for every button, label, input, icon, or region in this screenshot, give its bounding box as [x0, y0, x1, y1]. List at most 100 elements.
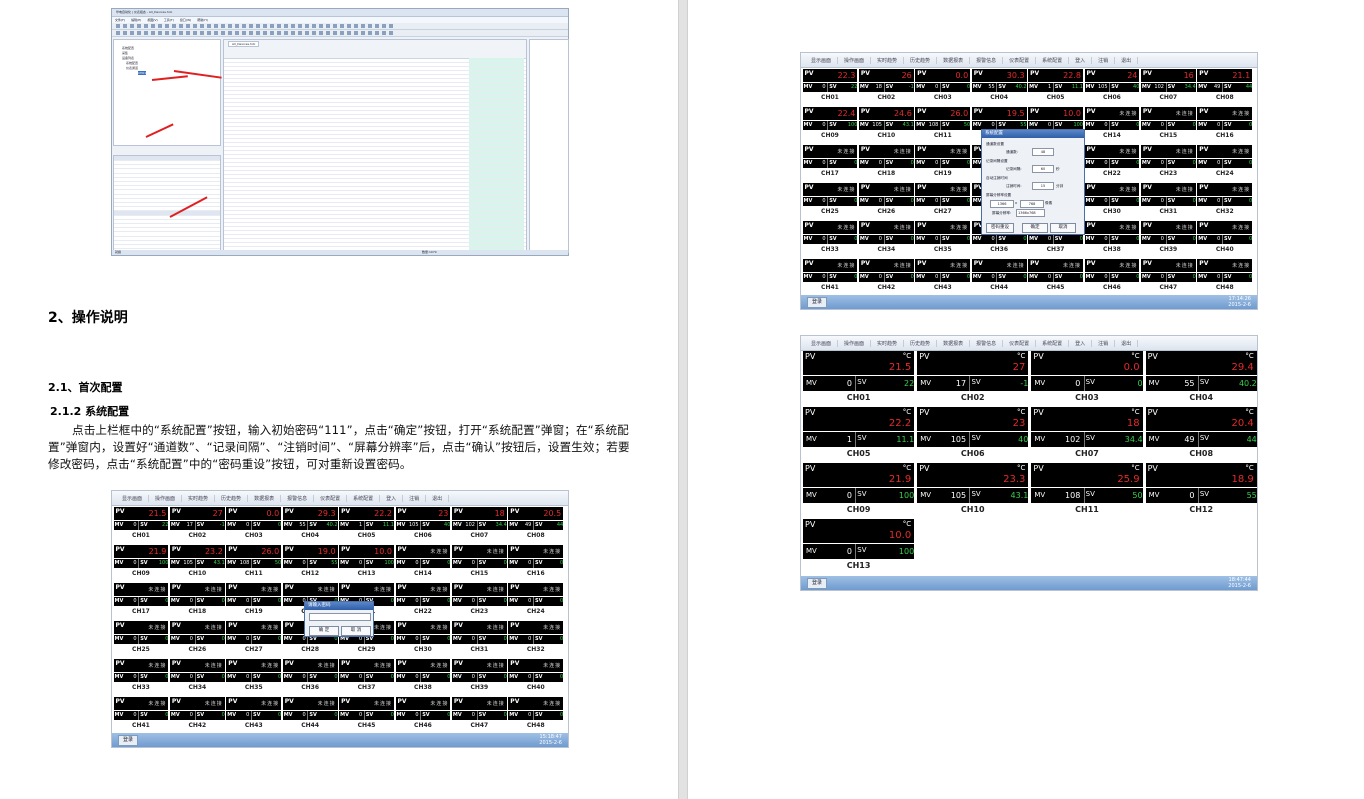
toolbar-icon[interactable] — [123, 24, 127, 28]
channel-cell[interactable]: PV 未连接 MV 0 SV 0 CH30 — [395, 621, 451, 655]
tree-node[interactable]: 设备列表 — [122, 56, 134, 60]
toolbar-icon[interactable] — [200, 31, 204, 35]
login-button[interactable]: 登录 — [807, 578, 828, 589]
nav-button[interactable]: 仪表配置 — [1003, 339, 1037, 347]
channel-cell[interactable]: PV 未连接 MV 0 SV 0 CH33 — [113, 659, 169, 693]
channel-cell[interactable]: PV 24.6 MV 105 SV 43.1 CH10 — [858, 107, 914, 141]
channel-cell[interactable]: PV 26 MV 18 SV -1 CH02 — [858, 69, 914, 103]
toolbar-icon[interactable] — [179, 31, 183, 35]
channel-cell[interactable]: PV 未连接 MV 0 SV 0 CH26 — [169, 621, 225, 655]
channel-cell[interactable]: PV °C 21.5 MV 0 SV 22 CH01 — [803, 351, 915, 405]
toolbar-icon[interactable] — [291, 31, 295, 35]
toolbar-icon[interactable] — [144, 24, 148, 28]
nav-button[interactable]: 退出 — [426, 494, 450, 502]
channel-cell[interactable]: PV 未连接 MV 0 SV 0 CH45 — [1028, 259, 1083, 293]
tree-node[interactable]: 采集 — [122, 51, 128, 55]
resolution-width-input[interactable]: 1366 — [990, 200, 1014, 208]
toolbar-icon[interactable] — [340, 24, 344, 28]
channel-cell[interactable]: PV °C 10.0 MV 0 SV 100 CH13 — [803, 519, 915, 573]
toolbar-icon[interactable] — [235, 31, 239, 35]
channel-cell[interactable]: PV 未连接 MV 0 SV 0 CH46 — [1084, 259, 1140, 293]
channel-cell[interactable]: PV 未连接 MV 0 SV 0 CH34 — [169, 659, 225, 693]
toolbar-icon[interactable] — [270, 24, 274, 28]
channel-cell[interactable]: PV 未连接 MV 0 SV 0 CH19 — [915, 145, 971, 179]
toolbar-icon[interactable] — [312, 31, 316, 35]
nav-button[interactable]: 操作画面 — [838, 339, 872, 347]
toolbar-icon[interactable] — [347, 31, 351, 35]
channel-cell[interactable]: PV 未连接 MV0SV0 CH36 — [282, 659, 338, 693]
channel-cell[interactable]: PV 未连接 MV 0 SV 0 CH45 — [339, 697, 394, 731]
channel-cell[interactable]: PV 20.5 MV 49 SV 44 CH08 — [508, 507, 564, 541]
toolbar-icon[interactable] — [235, 24, 239, 28]
channel-cell[interactable]: PV 未连接 MV 0 SV 0 CH24 — [508, 583, 564, 617]
toolbar-icon[interactable] — [130, 24, 134, 28]
toolbar-icon[interactable] — [389, 31, 393, 35]
channel-cell[interactable]: PV °C 25.9 MV 108 SV 50 CH11 — [1031, 463, 1143, 517]
tree-node[interactable]: 仪表通道 — [126, 66, 138, 70]
toolbar-icon[interactable] — [389, 24, 393, 28]
toolbar-icon[interactable] — [200, 24, 204, 28]
tree-node[interactable]: CH01 — [138, 71, 147, 75]
toolbar-icon[interactable] — [249, 31, 253, 35]
toolbar-icon[interactable] — [242, 31, 246, 35]
toolbar-icon[interactable] — [340, 31, 344, 35]
nav-button[interactable]: 登入 — [380, 494, 404, 502]
toolbar-icon[interactable] — [284, 24, 288, 28]
toolbar-icon[interactable] — [116, 24, 120, 28]
channel-cell[interactable]: PV 未连接 MV 0 SV 0 CH31 — [1140, 183, 1196, 217]
toolbar-icon[interactable] — [144, 31, 148, 35]
menu-item[interactable]: 帮助(H) — [197, 18, 208, 22]
channel-cell[interactable]: PV 未连接 MV 0 SV 0 CH38 — [395, 659, 451, 693]
nav-button[interactable]: 仪表配置 — [314, 494, 348, 502]
nav-button[interactable]: 显示画面 — [805, 56, 839, 64]
channel-cell[interactable]: PV10.0MV0SV100CH13 — [339, 545, 394, 579]
toolbar-icon[interactable] — [165, 31, 169, 35]
password-cancel-button[interactable]: 取 消 — [341, 626, 371, 636]
channel-cell[interactable]: PV 未连接 MV 0 SV 0 CH30 — [1084, 183, 1140, 217]
channel-cell[interactable]: PV 未连接 MV 0 SV 0 CH23 — [451, 583, 507, 617]
tree-node[interactable]: 系统配置 — [122, 46, 134, 50]
password-ok-button[interactable]: 确 定 — [309, 626, 339, 636]
channel-cell[interactable]: PV 未连接 MV 0 SV 0 CH22 — [1084, 145, 1140, 179]
toolbar-icon[interactable] — [214, 24, 218, 28]
toolbar-icon[interactable] — [207, 31, 211, 35]
channel-cell[interactable]: PV 未连接 MV 0 SV 0 CH41 — [802, 259, 858, 293]
toolbar-icon[interactable] — [172, 24, 176, 28]
nav-button[interactable]: 登入 — [1069, 56, 1093, 64]
channel-cell[interactable]: PV 未连接 MV 0 SV 0 CH47 — [1140, 259, 1196, 293]
toolbar-icon[interactable] — [228, 24, 232, 28]
channel-cell[interactable]: PV °C 23.3 MV 105 SV 43.1 CH10 — [917, 463, 1029, 517]
toolbar-icon[interactable] — [277, 24, 281, 28]
nav-button[interactable]: 数据报表 — [248, 494, 282, 502]
channel-cell[interactable]: PV 未连接 MV 0 SV 0 CH32 — [508, 621, 564, 655]
toolbar-icon[interactable] — [382, 31, 386, 35]
toolbar-icon[interactable] — [291, 24, 295, 28]
channel-cell[interactable]: PV 未连接 MV 0 SV 0 CH48 — [1197, 259, 1253, 293]
channel-cell[interactable]: PV 23.2 MV 105 SV 43.1 CH10 — [169, 545, 225, 579]
nav-button[interactable]: 注销 — [403, 494, 427, 502]
toolbar-icon[interactable] — [116, 31, 120, 35]
channel-cell[interactable]: PV 未连接 MV 0 SV 0 CH17 — [113, 583, 169, 617]
channel-cell[interactable]: PV 未连接 MV 0 SV 0 CH16 — [1197, 107, 1253, 141]
channel-cell[interactable]: PV 18 MV 102 SV 34.4 CH07 — [451, 507, 507, 541]
toolbar-icon[interactable] — [298, 24, 302, 28]
channel-cell[interactable]: PV °C 18.9 MV 0 SV 55 CH12 — [1145, 463, 1257, 517]
toolbar-icon[interactable] — [305, 31, 309, 35]
interval-input[interactable]: 60 — [1032, 165, 1054, 173]
toolbar-icon[interactable] — [249, 24, 253, 28]
toolbar-icon[interactable] — [312, 24, 316, 28]
toolbar-icon[interactable] — [270, 31, 274, 35]
channel-cell[interactable]: PV 21.9 MV 0 SV 100 CH09 — [113, 545, 169, 579]
login-button[interactable]: 登录 — [807, 297, 828, 308]
channel-cell[interactable]: PV 未连接 MV 0 SV 0 CH23 — [1140, 145, 1196, 179]
password-input[interactable] — [309, 613, 371, 621]
channel-cell[interactable]: PV 未连接 MV 0 SV 0 CH17 — [802, 145, 858, 179]
nav-button[interactable]: 显示画面 — [805, 339, 839, 347]
channel-cell[interactable]: PV °C 21.9 MV 0 SV 100 CH09 — [803, 463, 915, 517]
channel-cell[interactable]: PV °C 18 MV 102 SV 34.4 CH07 — [1031, 407, 1143, 461]
channel-cell[interactable]: PV 未连接 MV0SV0 CH37 — [339, 659, 394, 693]
toolbar-icon[interactable] — [277, 31, 281, 35]
toolbar-icon[interactable] — [354, 31, 358, 35]
channel-cell[interactable]: PV 24 MV 105 SV 40 CH06 — [1084, 69, 1140, 103]
channel-cell[interactable]: PV 未连接 MV 0 SV 0 CH15 — [451, 545, 507, 579]
